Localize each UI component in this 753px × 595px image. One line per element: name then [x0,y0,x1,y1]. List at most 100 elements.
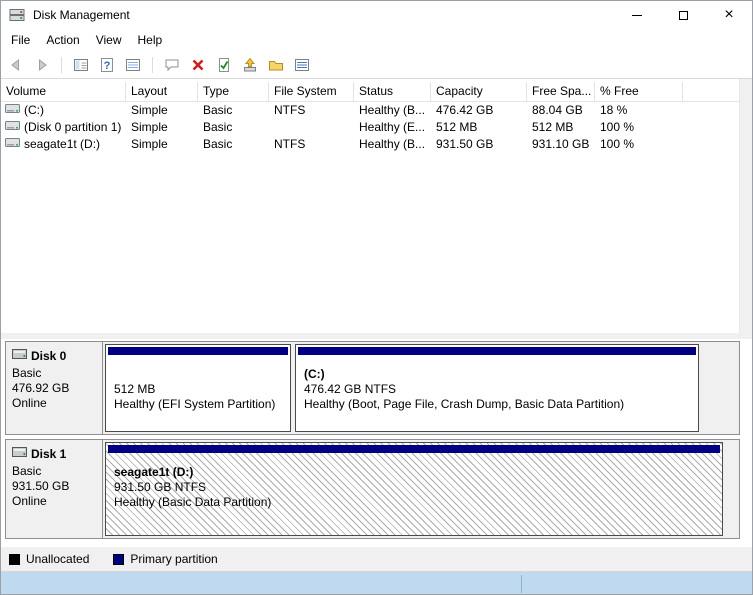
minimize-icon [632,14,642,16]
menu-view[interactable]: View [88,31,130,49]
menu-file[interactable]: File [3,31,38,49]
svg-text:?: ? [104,60,111,72]
title-bar[interactable]: Disk Management × [1,1,752,29]
column-header-free-space[interactable]: Free Spa... [527,82,595,101]
status-cell: Healthy (B... [359,137,426,151]
disk-1-row: Disk 1 Basic 931.50 GB Online seagate1t … [5,439,740,539]
folder-icon[interactable] [265,54,287,76]
volume-icon [5,119,20,136]
maximize-button[interactable] [660,1,706,29]
window-title: Disk Management [33,8,130,22]
layout-cell: Simple [131,120,168,134]
maximize-icon [678,10,688,20]
forward-arrow-icon[interactable] [31,54,53,76]
primary-partition-strip [108,445,720,453]
toolbar-separator [152,56,153,73]
type-cell: Basic [203,103,233,117]
disk-name: Disk 1 [31,446,67,461]
back-arrow-icon[interactable] [5,54,27,76]
volume-icon [5,136,20,153]
list-view-icon[interactable] [291,54,313,76]
partition-c-drive[interactable]: (C:) 476.42 GB NTFS Healthy (Boot, Page … [295,344,699,432]
disk-0-partitions: 512 MB Healthy (EFI System Partition) (C… [103,342,739,434]
disk-name: Disk 0 [31,348,67,363]
pct-free-cell: 100 % [600,120,635,134]
up-arrow-icon[interactable] [239,54,261,76]
column-header-layout[interactable]: Layout [126,82,198,101]
partition-label: (C:) [304,367,325,381]
layout-cell: Simple [131,137,168,151]
disk-0-row: Disk 0 Basic 476.92 GB Online 512 MB Hea… [5,341,740,435]
volume-cell: (C:) [1,102,126,119]
disk-size: 476.92 GB [12,381,70,395]
partition-status: Healthy (EFI System Partition) [114,397,276,411]
partition-size: 476.42 GB NTFS [304,382,397,396]
volume-list-header: Volume Layout Type File System Status Ca… [1,82,739,102]
pct-free-cell: 100 % [600,137,635,151]
status-bar [1,571,752,594]
disk-status: Online [12,396,47,410]
status-cell: Healthy (B... [359,103,426,117]
help-icon[interactable]: ? [96,54,118,76]
column-header-type[interactable]: Type [198,82,269,101]
capacity-cell: 512 MB [436,120,478,134]
partition-size: 931.50 GB NTFS [114,480,207,494]
column-header-status[interactable]: Status [354,82,431,101]
legend-primary-partition: Primary partition [113,552,218,566]
primary-partition-swatch-icon [113,553,125,565]
table-row[interactable]: (C:) Simple Basic NTFS Healthy (B... 476… [1,102,739,119]
column-header-filler [683,82,739,101]
volume-name: seagate1t (D:) [24,137,101,151]
window-controls: × [614,1,752,29]
minimize-button[interactable] [614,1,660,29]
close-button[interactable]: × [706,1,752,29]
capacity-cell: 476.42 GB [436,103,494,117]
disk-management-app-icon [9,7,25,23]
disk-0-info[interactable]: Disk 0 Basic 476.92 GB Online [6,342,103,434]
file-system-cell [269,119,354,136]
partition-label: seagate1t (D:) [114,465,194,479]
disk-icon [12,348,27,363]
volume-icon [5,102,20,119]
partition-status: Healthy (Basic Data Partition) [114,495,272,509]
type-cell: Basic [203,120,233,134]
partition-d-drive[interactable]: seagate1t (D:) 931.50 GB NTFS Healthy (B… [105,442,723,536]
disk-1-info[interactable]: Disk 1 Basic 931.50 GB Online [6,440,103,538]
status-bar-divider [521,575,522,593]
menu-action[interactable]: Action [38,31,87,49]
volume-cell: seagate1t (D:) [1,136,126,153]
check-document-icon[interactable] [213,54,235,76]
column-header-capacity[interactable]: Capacity [431,82,527,101]
menu-help[interactable]: Help [130,31,171,49]
volume-name: (Disk 0 partition 1) [24,120,122,134]
partition-efi-system[interactable]: 512 MB Healthy (EFI System Partition) [105,344,291,432]
toolbar-separator [61,56,62,73]
column-header-pct-free[interactable]: % Free [595,82,683,101]
partition-label [114,367,282,382]
primary-partition-strip [108,347,288,355]
table-row[interactable]: seagate1t (D:) Simple Basic NTFS Healthy… [1,136,739,153]
menu-bar: File Action View Help [1,29,752,51]
column-header-file-system[interactable]: File System [269,82,354,101]
free-space-cell: 931.10 GB [532,137,590,151]
table-row[interactable]: (Disk 0 partition 1) Simple Basic Health… [1,119,739,136]
unallocated-swatch-icon [9,553,20,565]
disk-type: Basic [12,366,42,380]
delete-volume-icon[interactable] [187,54,209,76]
volume-list-pane: Volume Layout Type File System Status Ca… [1,79,752,333]
layout-cell: Simple [131,103,168,117]
status-cell: Healthy (E... [359,120,426,134]
file-system-cell: NTFS [274,137,306,151]
capacity-cell: 931.50 GB [436,137,494,151]
disk-1-partitions: seagate1t (D:) 931.50 GB NTFS Healthy (B… [103,440,739,538]
console-tree-icon[interactable] [70,54,92,76]
disk-management-window: Disk Management × File Action View Help … [0,0,753,595]
action-pane-icon[interactable] [161,54,183,76]
export-list-icon[interactable] [122,54,144,76]
legend-bar: Unallocated Primary partition [1,547,752,571]
column-header-volume[interactable]: Volume [1,82,126,101]
free-space-cell: 88.04 GB [532,103,583,117]
legend-label: Unallocated [26,552,90,566]
vertical-scrollbar[interactable] [739,79,752,333]
legend-label: Primary partition [130,552,218,566]
